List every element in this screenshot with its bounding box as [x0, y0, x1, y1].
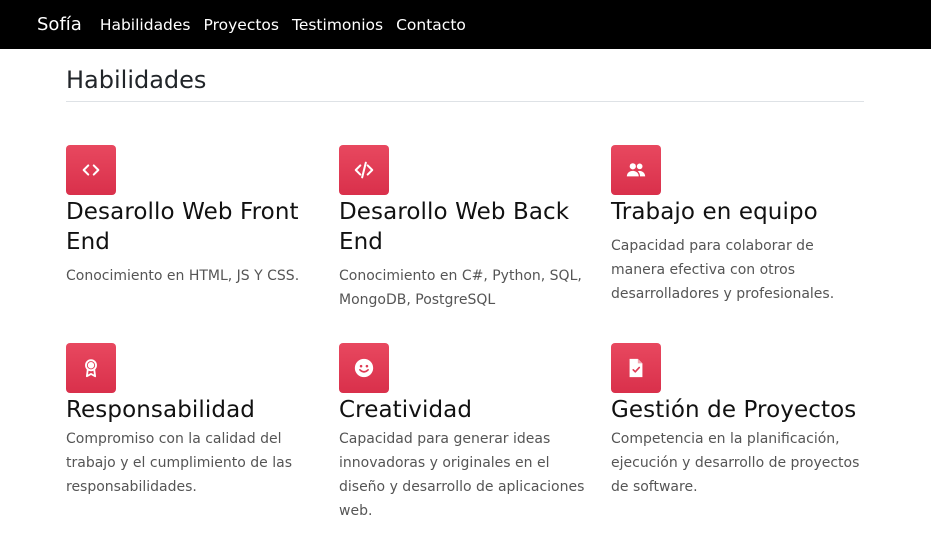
award-icon	[66, 343, 116, 393]
section-title: Habilidades	[66, 65, 864, 102]
skill-title: Creatividad	[339, 397, 473, 423]
skill-card-teamwork: Trabajo en equipo Capacidad para colabor…	[611, 145, 866, 306]
smile-icon	[339, 343, 389, 393]
skill-description: Conocimiento en C#, Python, SQL, MongoDB…	[339, 268, 582, 308]
skill-description: Capacidad para colaborar de manera efect…	[611, 238, 835, 302]
skill-description: Competencia en la planificación, ejecuci…	[611, 431, 860, 495]
brand-link[interactable]: Sofía	[37, 14, 82, 35]
skill-title: Desarollo Web Back End	[339, 199, 570, 255]
nav-link-habilidades[interactable]: Habilidades	[100, 16, 191, 34]
skill-card-gestion: Gestión de Proyectos Competencia en la p…	[611, 343, 866, 499]
skill-card-backend: Desarollo Web Back End Conocimiento en C…	[339, 145, 594, 312]
nav-link-proyectos[interactable]: Proyectos	[204, 16, 279, 34]
nav-link-contacto[interactable]: Contacto	[396, 16, 466, 34]
code-slash-icon	[339, 145, 389, 195]
skill-description: Compromiso con la calidad del trabajo y …	[66, 431, 292, 495]
navbar: Sofía Habilidades Proyectos Testimonios …	[0, 0, 931, 49]
skill-card-creatividad: Creatividad Capacidad para generar ideas…	[339, 343, 594, 523]
skill-card-responsabilidad: Responsabilidad Compromiso con la calida…	[66, 343, 321, 499]
skill-description: Capacidad para generar ideas innovadoras…	[339, 431, 585, 519]
people-icon	[611, 145, 661, 195]
skill-title: Desarollo Web Front End	[66, 199, 299, 255]
skill-title: Gestión de Proyectos	[611, 397, 857, 423]
skill-description: Conocimiento en HTML, JS Y CSS.	[66, 268, 300, 284]
nav-links: Habilidades Proyectos Testimonios Contac…	[100, 16, 479, 34]
skill-title: Responsabilidad	[66, 397, 255, 423]
file-check-icon	[611, 343, 661, 393]
nav-link-testimonios[interactable]: Testimonios	[292, 16, 383, 34]
code-icon	[66, 145, 116, 195]
skill-card-frontend: Desarollo Web Front End Conocimiento en …	[66, 145, 321, 288]
skill-title: Trabajo en equipo	[611, 199, 818, 225]
skills-section: Habilidades Desarollo Web Front End Cono…	[66, 49, 864, 519]
